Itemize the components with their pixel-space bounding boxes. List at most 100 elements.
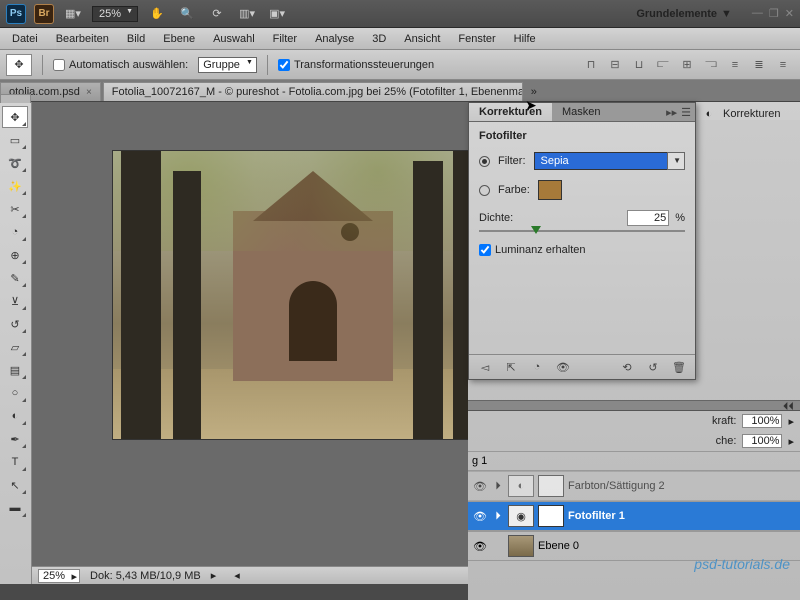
menu-ebene[interactable]: Ebene: [155, 31, 203, 47]
crop-tool[interactable]: ✂: [2, 198, 28, 220]
maximize-icon[interactable]: ❐: [769, 7, 779, 20]
align-vcenter-icon[interactable]: ⊟: [604, 55, 626, 75]
collapse-icon[interactable]: ▸▸: [666, 106, 677, 119]
menu-ansicht[interactable]: Ansicht: [396, 31, 448, 47]
tab-korrekturen[interactable]: Korrekturen: [469, 103, 552, 121]
lasso-tool[interactable]: ➰: [2, 152, 28, 174]
eraser-tool[interactable]: ▱: [2, 336, 28, 358]
layer-fotofilter-name: Fotofilter 1: [568, 510, 796, 522]
color-swatch[interactable]: [538, 180, 562, 200]
status-menu-icon[interactable]: ▸: [211, 569, 217, 582]
menu-hilfe[interactable]: Hilfe: [506, 31, 544, 47]
filter-radio[interactable]: [479, 156, 490, 167]
workspace-switcher[interactable]: Grundelemente▼: [636, 8, 732, 20]
delete-icon[interactable]: 🗑: [669, 359, 689, 375]
menu-fenster[interactable]: Fenster: [450, 31, 503, 47]
menu-bearbeiten[interactable]: Bearbeiten: [48, 31, 117, 47]
path-tool[interactable]: ↖: [2, 474, 28, 496]
distribute-bottom-icon[interactable]: ≡: [772, 55, 794, 75]
rotate-view-icon[interactable]: ⟳: [206, 4, 228, 24]
eyedropper-tool[interactable]: ◔: [2, 221, 28, 243]
align-right-icon[interactable]: ⫎: [700, 55, 722, 75]
filter-dropdown[interactable]: Sepia▼: [534, 152, 686, 170]
opacity-flyout-icon[interactable]: ▸: [788, 415, 794, 428]
transform-controls-checkbox[interactable]: Transformationssteuerungen: [278, 59, 434, 71]
bridge-icon[interactable]: Br: [34, 4, 54, 24]
blur-tool[interactable]: ○: [2, 382, 28, 404]
fill-flyout-icon[interactable]: ▸: [788, 435, 794, 448]
panel-title: Fotofilter: [479, 130, 685, 142]
watermark: psd-tutorials.de: [694, 556, 790, 572]
menu-analyse[interactable]: Analyse: [307, 31, 362, 47]
marquee-tool[interactable]: ▭: [2, 129, 28, 151]
layer-thumb: [508, 535, 534, 557]
brush-tool[interactable]: ✎: [2, 267, 28, 289]
minimize-icon[interactable]: —: [752, 7, 763, 20]
fill-input[interactable]: 100%: [742, 434, 782, 448]
distribute-top-icon[interactable]: ≡: [724, 55, 746, 75]
adjustments-panel: Korrekturen Masken ▸▸☰ Fotofilter Filter…: [468, 102, 696, 380]
align-left-icon[interactable]: ⫍: [652, 55, 674, 75]
align-top-icon[interactable]: ⊓: [580, 55, 602, 75]
opacity-input[interactable]: 100%: [742, 414, 782, 428]
menu-3d[interactable]: 3D: [364, 31, 394, 47]
visibility-toggle-icon[interactable]: 👁: [553, 359, 573, 375]
screenmode-icon[interactable]: ▣▾: [266, 4, 288, 24]
reset-icon[interactable]: ↺: [643, 359, 663, 375]
clip-icon[interactable]: ◔: [527, 359, 547, 375]
photoshop-icon[interactable]: Ps: [6, 4, 26, 24]
luminanz-label: Luminanz erhalten: [495, 244, 586, 256]
shape-tool[interactable]: ▬: [2, 497, 28, 519]
move-tool-icon[interactable]: ✥: [6, 54, 32, 76]
visibility-icon[interactable]: 👁: [472, 480, 488, 493]
move-tool[interactable]: ✥: [2, 106, 28, 128]
visibility-icon[interactable]: 👁: [472, 510, 488, 523]
close-tab-icon[interactable]: ×: [86, 87, 92, 98]
align-bottom-icon[interactable]: ⊔: [628, 55, 650, 75]
layer-hidden-row[interactable]: 👁 ⏵ ◐ Farbton/Sättigung 2: [468, 471, 800, 501]
dichte-slider[interactable]: [479, 230, 685, 232]
status-zoom[interactable]: 25%: [38, 569, 80, 583]
hand-tool-icon[interactable]: ✋: [146, 4, 168, 24]
history-brush-tool[interactable]: ↺: [2, 313, 28, 335]
wand-tool[interactable]: ✨: [2, 175, 28, 197]
zoom-tool-icon[interactable]: 🔍: [176, 4, 198, 24]
document-tabs: otolia.com.psd× Fotolia_10072167_M - © p…: [0, 80, 800, 102]
scroll-left-icon[interactable]: ◂: [234, 569, 240, 582]
status-docsize: Dok: 5,43 MB/10,9 MB: [90, 570, 201, 582]
layout-dropdown-icon[interactable]: ▦▾: [62, 4, 84, 24]
distribute-vcenter-icon[interactable]: ≣: [748, 55, 770, 75]
pen-tool[interactable]: ✒: [2, 428, 28, 450]
prev-state-icon[interactable]: ⟲: [617, 359, 637, 375]
menu-filter[interactable]: Filter: [265, 31, 305, 47]
layer-fotofilter-row[interactable]: 👁 ⏵ ◉ Fotofilter 1: [468, 501, 800, 531]
auto-select-dropdown[interactable]: Gruppe: [198, 57, 257, 73]
gradient-tool[interactable]: ▤: [2, 359, 28, 381]
back-icon[interactable]: ◅: [475, 359, 495, 375]
luminanz-checkbox[interactable]: Luminanz erhalten: [479, 244, 685, 256]
close-icon[interactable]: ✕: [785, 7, 794, 20]
dichte-input[interactable]: 25: [627, 210, 669, 226]
transform-controls-label: Transformationssteuerungen: [294, 59, 434, 71]
layer-group-row[interactable]: g 1: [468, 451, 800, 471]
expand-icon[interactable]: ⇱: [501, 359, 521, 375]
menu-datei[interactable]: Datei: [4, 31, 46, 47]
dodge-tool[interactable]: ◐: [2, 405, 28, 427]
visibility-icon[interactable]: 👁: [472, 540, 488, 553]
doc-tab-2[interactable]: Fotolia_10072167_M - © pureshot - Fotoli…: [103, 82, 523, 101]
type-tool[interactable]: T: [2, 451, 28, 473]
auto-select-checkbox[interactable]: Automatisch auswählen:: [53, 59, 188, 71]
panel-menu-icon[interactable]: ☰: [681, 106, 691, 119]
panel-collapse-icon[interactable]: ⏴⏴: [783, 401, 794, 410]
align-hcenter-icon[interactable]: ⊞: [676, 55, 698, 75]
adjustment-thumb: ◐: [508, 475, 534, 497]
zoom-dropdown[interactable]: 25%: [92, 6, 138, 22]
tab-masken[interactable]: Masken: [552, 103, 611, 121]
menu-bild[interactable]: Bild: [119, 31, 153, 47]
menu-auswahl[interactable]: Auswahl: [205, 31, 263, 47]
slider-thumb[interactable]: [531, 226, 541, 234]
arrange-docs-icon[interactable]: ▥▾: [236, 4, 258, 24]
farbe-radio[interactable]: [479, 185, 490, 196]
heal-tool[interactable]: ⊕: [2, 244, 28, 266]
stamp-tool[interactable]: ⊻: [2, 290, 28, 312]
